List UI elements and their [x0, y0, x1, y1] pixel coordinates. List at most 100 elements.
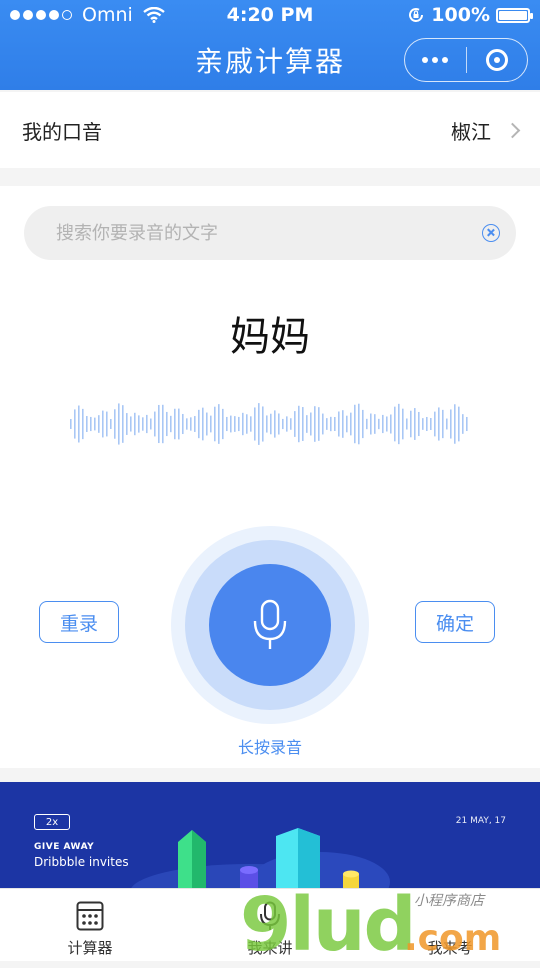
- waveform-bar: [306, 415, 308, 433]
- chevron-right-icon: [504, 122, 521, 138]
- waveform-bar: [286, 416, 288, 432]
- more-button[interactable]: [405, 39, 466, 81]
- waveform-bar: [290, 418, 292, 430]
- battery-icon: [496, 7, 533, 23]
- waveform-bar: [398, 403, 400, 445]
- waveform-bar: [446, 418, 448, 430]
- waveform-bar: [418, 411, 420, 437]
- waveform-bar: [330, 416, 332, 432]
- close-mini-program-button[interactable]: [467, 39, 528, 81]
- waveform-bar: [386, 416, 388, 432]
- waveform-bar: [454, 404, 456, 444]
- hold-to-record-hint: 长按录音: [237, 738, 302, 757]
- waveform-bar: [154, 411, 156, 437]
- banner-illustration: [131, 828, 390, 888]
- waveform-bar: [282, 418, 284, 430]
- waveform-bar: [110, 418, 112, 430]
- waveform-bar: [310, 412, 312, 436]
- waveform-bar: [362, 409, 364, 439]
- waveform-bar: [278, 413, 280, 435]
- waveform-bar: [254, 407, 256, 441]
- waveform-bar: [70, 419, 72, 429]
- waveform-bar: [334, 416, 336, 432]
- watermark-tld: .com: [404, 918, 502, 959]
- waveform-bar: [170, 415, 172, 433]
- waveform-bar: [222, 408, 224, 440]
- waveform-bar: [258, 403, 260, 445]
- waveform-bar: [434, 411, 436, 437]
- waveform-bar: [146, 414, 148, 434]
- waveform-bar: [230, 415, 232, 433]
- waveform-bar: [378, 418, 380, 430]
- waveform-bar: [166, 411, 168, 437]
- waveform-bar: [462, 414, 464, 434]
- waveform-bar: [150, 418, 152, 430]
- waveform-bar: [302, 407, 304, 441]
- waveform-bar: [382, 414, 384, 434]
- accent-value: 椒江: [451, 119, 491, 144]
- waveform-bar: [370, 413, 372, 435]
- waveform-bar: [74, 409, 76, 439]
- waveform-bar: [350, 412, 352, 436]
- waveform-bar: [458, 406, 460, 442]
- watermark-subtitle: 小程序商店: [414, 893, 484, 909]
- header-bar: Omni 4:20 PM 100% 亲戚计算器: [0, 0, 540, 90]
- tab-calculator[interactable]: 计算器: [0, 889, 180, 961]
- banner-date: 21 MAY, 17: [455, 816, 506, 826]
- waveform-bar: [410, 410, 412, 438]
- waveform-bar: [298, 405, 300, 443]
- waveform-bar: [338, 411, 340, 437]
- confirm-button[interactable]: 确定: [415, 601, 495, 643]
- waveform-bar: [122, 405, 124, 443]
- waveform-bar: [438, 407, 440, 441]
- promo-banner[interactable]: 2x GIVE AWAY Dribbble invites 21 MAY, 17: [0, 782, 540, 888]
- waveform-bar: [206, 412, 208, 436]
- waveform-bar: [198, 409, 200, 439]
- search-bar: [24, 206, 516, 260]
- waveform-bar: [94, 417, 96, 431]
- waveform-bar: [142, 417, 144, 431]
- waveform-bar: [190, 417, 192, 431]
- waveform-bar: [346, 415, 348, 433]
- waveform-bar: [450, 409, 452, 439]
- waveform-bar: [202, 407, 204, 441]
- waveform-bar: [218, 404, 220, 444]
- battery-percent: 100%: [431, 4, 490, 26]
- waveform-bar: [246, 414, 248, 434]
- waveform-bar: [390, 414, 392, 434]
- search-input[interactable]: [54, 221, 482, 245]
- waveform-bar: [210, 415, 212, 433]
- waveform-bar: [174, 408, 176, 440]
- waveform-bar: [114, 409, 116, 439]
- waveform-bar: [226, 416, 228, 432]
- waveform-bar: [178, 408, 180, 440]
- waveform-bar: [262, 406, 264, 442]
- waveform-bar: [86, 416, 88, 432]
- waveform-bar: [326, 418, 328, 430]
- waveform-bar: [430, 418, 432, 430]
- clear-icon[interactable]: [482, 224, 500, 242]
- waveform-bar: [82, 408, 84, 440]
- waveform-bar: [102, 410, 104, 438]
- waveform-bar: [266, 415, 268, 433]
- watermark-brand: 9lud: [240, 882, 417, 968]
- waveform-bar: [106, 411, 108, 437]
- waveform-bar: [98, 415, 100, 433]
- waveform-bar: [442, 409, 444, 439]
- waveform-bar: [186, 418, 188, 430]
- more-dots-icon: [422, 57, 449, 63]
- waveform-bar: [78, 405, 80, 443]
- waveform-graphic: [70, 403, 468, 445]
- waveform-bar: [214, 406, 216, 442]
- record-button[interactable]: [209, 564, 331, 686]
- waveform-bar: [242, 412, 244, 436]
- re-record-button[interactable]: 重录: [39, 601, 119, 643]
- accent-selector[interactable]: 我的口音 椒江: [0, 92, 540, 168]
- tab-calculator-label: 计算器: [67, 939, 113, 957]
- waveform-bar: [406, 418, 408, 430]
- waveform-bar: [134, 412, 136, 436]
- microphone-icon: [253, 599, 287, 649]
- calculator-icon: [76, 901, 104, 931]
- waveform-bar: [342, 410, 344, 438]
- waveform-bar: [182, 413, 184, 435]
